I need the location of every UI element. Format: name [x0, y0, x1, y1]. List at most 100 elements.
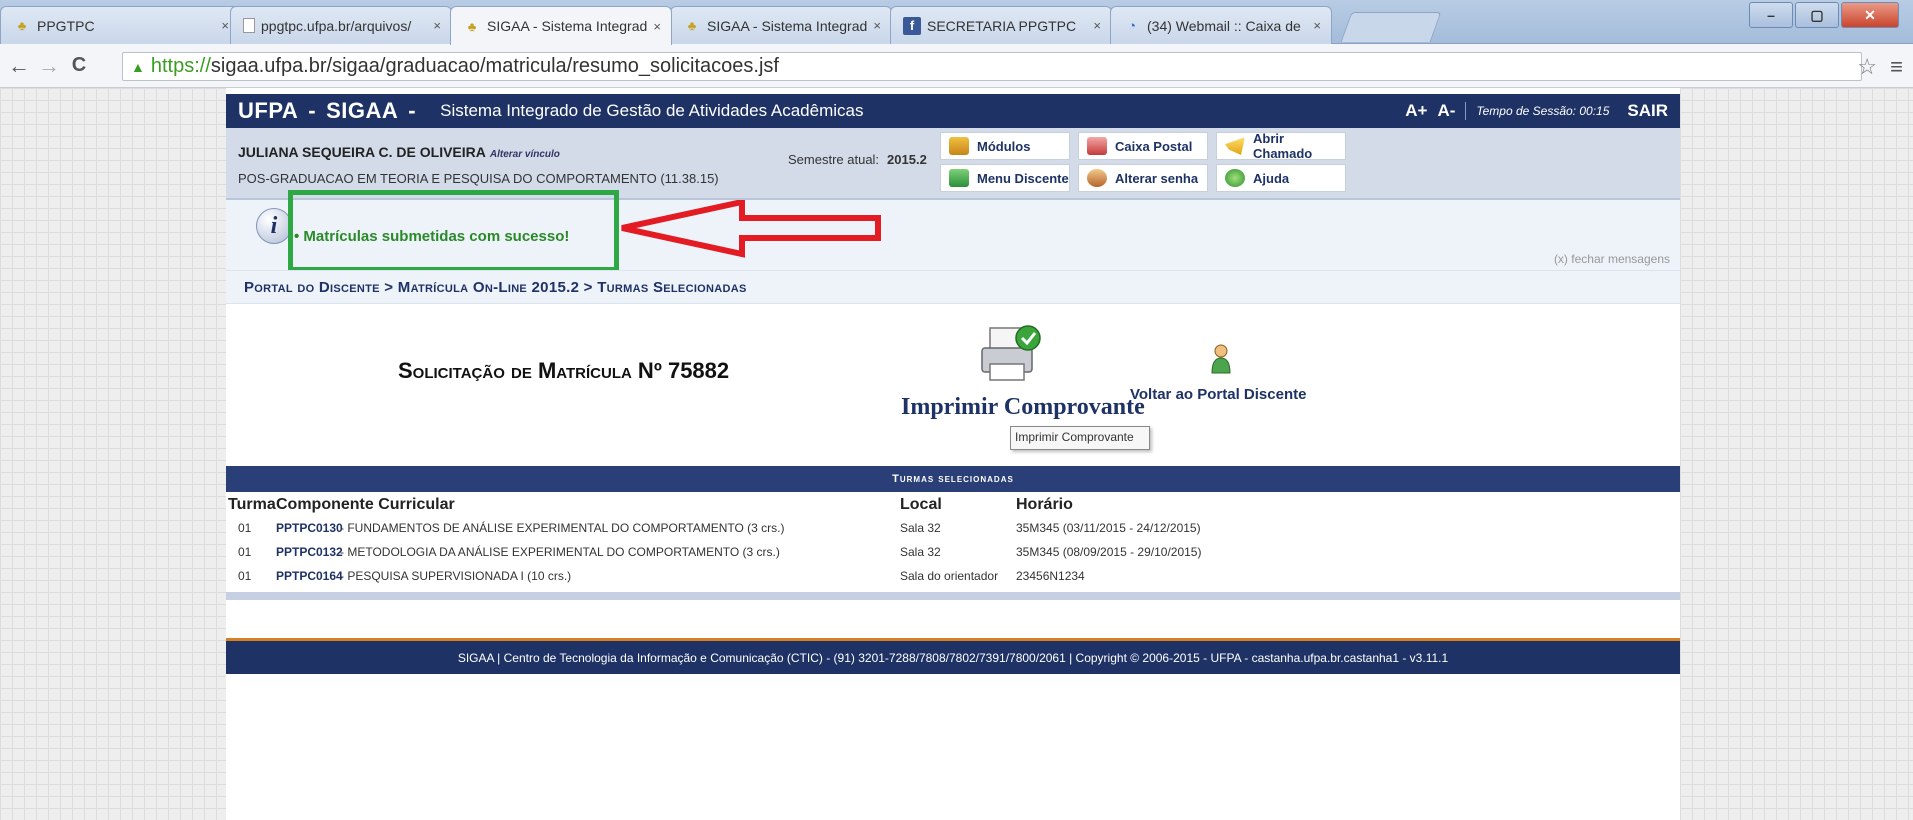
success-message: • Matrículas submetidas com sucesso! [294, 228, 569, 245]
header-controls: A+ A- Tempo de Sessão: 00:15 SAIR [1405, 101, 1668, 121]
modulos-button[interactable]: Módulos [940, 132, 1070, 160]
close-messages-link[interactable]: (x) fechar mensagens [1554, 252, 1670, 266]
webmail-icon: ◔ [1128, 18, 1136, 33]
modulos-label: Módulos [977, 138, 1031, 154]
col-horario: Horário [1016, 496, 1073, 513]
facebook-icon: f [903, 16, 921, 35]
url-scheme: https:// [150, 55, 211, 77]
browser-tab-facebook[interactable]: f SECRETARIA PPGTPC × [890, 6, 1112, 44]
person-icon[interactable] [1210, 344, 1232, 374]
tab-close-icon[interactable]: × [653, 19, 661, 34]
new-tab-button[interactable] [1340, 12, 1442, 42]
page-footer: SIGAA | Centro de Tecnologia da Informaç… [226, 638, 1680, 674]
header-separator [1465, 102, 1467, 120]
tab-title: SIGAA - Sistema Integrad [487, 18, 648, 34]
ufpa-icon: ♣ [17, 18, 27, 33]
cell-horario: 35M345 (03/11/2015 - 24/12/2015) [1016, 521, 1201, 535]
session-timer: Tempo de Sessão: 00:15 [1476, 104, 1610, 118]
semester-value: 2015.2 [887, 152, 927, 167]
https-lock-icon: ▲ [131, 58, 145, 75]
semester-info: Semestre atual: 2015.2 [788, 152, 927, 167]
system-name: Sistema Integrado de Gestão de Atividade… [440, 101, 864, 120]
tab-close-icon[interactable]: × [873, 18, 881, 33]
minimize-icon[interactable]: – [1749, 2, 1793, 28]
col-local: Local [900, 496, 942, 513]
alterar-senha-button[interactable]: Alterar senha [1078, 164, 1208, 192]
modules-icon [949, 137, 969, 155]
forward-arrow-icon[interactable]: → [34, 53, 64, 79]
logout-button[interactable]: SAIR [1627, 101, 1668, 121]
caixa-postal-button[interactable]: Caixa Postal [1078, 132, 1208, 160]
browser-tab-sigaa[interactable]: ♣ SIGAA - Sistema Integrad × [670, 6, 892, 44]
bookmark-star-icon[interactable]: ☆ [1857, 54, 1877, 80]
alter-vinculo-link[interactable]: Alterar vínculo [490, 149, 560, 160]
abrir-chamado-button[interactable]: Abrir Chamado [1216, 131, 1346, 161]
success-message-text: Matrículas submetidas com sucesso! [303, 228, 570, 245]
col-turma: Turma [228, 496, 276, 513]
cell-codigo[interactable]: PPTPC0130 [276, 521, 343, 535]
table-header: Turma Componente Curricular Local Horári… [226, 492, 1680, 516]
cell-codigo[interactable]: PPTPC0132 [276, 545, 343, 559]
help-icon [1225, 169, 1245, 187]
abrir-chamado-label: Abrir Chamado [1253, 131, 1313, 161]
alterar-senha-label: Alterar senha [1115, 170, 1199, 186]
cell-componente: - PESQUISA SUPERVISIONADA I (10 crs.) [340, 569, 572, 583]
ufpa-icon: ♣ [687, 18, 697, 33]
cell-horario: 23456N1234 [1016, 569, 1085, 583]
browser-tab-bar: ♣ PPGTPC × ppgtpc.ufpa.br/arquivos/ × ♣ … [0, 0, 1913, 45]
cell-local: Sala 32 [900, 545, 941, 559]
browser-tab-webmail[interactable]: ◔ (34) Webmail :: Caixa de × [1110, 6, 1332, 44]
menu-discente-button[interactable]: Menu Discente [940, 164, 1070, 192]
window-controls: – ▢ ✕ [1749, 2, 1899, 28]
imprimir-comprovante-link[interactable]: Imprimir Comprovante [901, 394, 1145, 421]
ajuda-button[interactable]: Ajuda [1216, 164, 1346, 192]
browser-tab-ppgtpc[interactable]: ♣ PPGTPC × [0, 6, 240, 44]
ajuda-label: Ajuda [1253, 170, 1290, 186]
brand-sigaa: SIGAA [326, 98, 399, 123]
user-program: POS-GRADUACAO EM TEORIA E PESQUISA DO CO… [238, 171, 719, 186]
col-componente: Componente Curricular [276, 496, 455, 513]
browser-tab-sigaa-active[interactable]: ♣ SIGAA - Sistema Integrad × [450, 6, 672, 45]
reload-icon[interactable]: C [64, 54, 94, 77]
tab-close-icon[interactable]: × [433, 18, 441, 33]
tab-title: ppgtpc.ufpa.br/arquivos/ [261, 17, 412, 34]
table-row: 01 PPTPC0132 - METODOLOGIA DA ANÁLISE EX… [226, 540, 1680, 564]
user-name-line: JULIANA SEQUEIRA C. DE OLIVEIRA Alterar v… [238, 144, 560, 160]
brand-dash: - [408, 98, 417, 123]
printer-check-icon[interactable] [978, 324, 1044, 384]
back-arrow-icon[interactable]: ← [4, 53, 34, 79]
ufpa-icon: ♣ [467, 18, 477, 34]
menu-discente-label: Menu Discente [977, 170, 1069, 186]
cell-componente: - METODOLOGIA DA ANÁLISE EXPERIMENTAL DO… [340, 545, 780, 559]
sigaa-page: UFPA - SIGAA - Sistema Integrado de Gestão … [226, 88, 1680, 820]
browser-menu-icon[interactable]: ≡ [1890, 54, 1903, 80]
ticket-icon [1225, 137, 1245, 155]
close-window-icon[interactable]: ✕ [1841, 2, 1899, 28]
page-icon [243, 18, 255, 33]
url-path: sigaa.ufpa.br/sigaa/graduacao/matricula/… [210, 55, 779, 77]
info-icon: i [256, 208, 292, 244]
breadcrumb[interactable]: Portal do Discente > Matrícula On-Line 2… [226, 270, 1680, 304]
table-row: 01 PPTPC0164 - PESQUISA SUPERVISIONADA I… [226, 564, 1680, 588]
tab-close-icon[interactable]: × [1313, 18, 1321, 33]
tab-close-icon[interactable]: × [221, 18, 229, 33]
font-decrease-button[interactable]: A- [1437, 101, 1455, 121]
cell-codigo[interactable]: PPTPC0164 [276, 569, 343, 583]
font-increase-button[interactable]: A+ [1405, 101, 1427, 121]
voltar-portal-link[interactable]: Voltar ao Portal Discente [1130, 386, 1306, 403]
address-bar[interactable]: ▲ https:// sigaa.ufpa.br/sigaa/graduacao… [122, 52, 1862, 81]
user-key-icon [1087, 169, 1107, 187]
table-row: 01 PPTPC0130 - FUNDAMENTOS DE ANÁLISE EX… [226, 516, 1680, 540]
cell-turma: 01 [238, 569, 252, 583]
cell-turma: 01 [238, 521, 252, 535]
tab-title: (34) Webmail :: Caixa de [1147, 17, 1301, 34]
red-arrow-annotation [621, 200, 881, 258]
maximize-icon[interactable]: ▢ [1795, 2, 1839, 28]
caixa-postal-label: Caixa Postal [1115, 138, 1193, 154]
browser-tab-arquivos[interactable]: ppgtpc.ufpa.br/arquivos/ × [230, 6, 452, 44]
semester-label: Semestre atual: [788, 152, 880, 167]
tab-close-icon[interactable]: × [1093, 18, 1101, 33]
table-caption: Turmas selecionadas [226, 466, 1680, 492]
message-area: i • Matrículas submetidas com sucesso! (… [226, 190, 1680, 272]
tab-title: PPGTPC [37, 17, 95, 34]
